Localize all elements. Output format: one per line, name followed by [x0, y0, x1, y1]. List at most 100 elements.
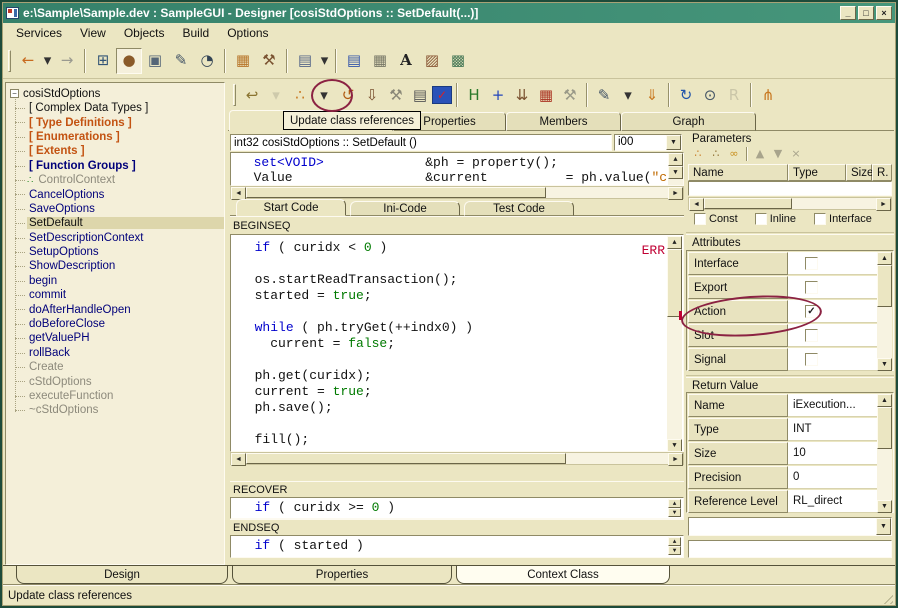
- toolbar-grip[interactable]: [233, 84, 236, 106]
- form-grid-button[interactable]: ▩: [445, 48, 471, 74]
- data-grid-button[interactable]: ▦: [230, 48, 256, 74]
- const-checkbox[interactable]: Const: [694, 213, 738, 225]
- delete-parameter-button[interactable]: ×: [787, 146, 805, 162]
- attribute-checkbox[interactable]: ✓: [805, 305, 818, 318]
- extra-selector-combo[interactable]: ▼: [688, 517, 892, 536]
- update-class-references-button[interactable]: ↺: [336, 83, 360, 107]
- recover-code-editor[interactable]: ▲ ▼ if ( curidx >= 0 ): [230, 497, 684, 519]
- image-button[interactable]: ▨: [419, 48, 445, 74]
- scroll-down-icon[interactable]: ▼: [877, 358, 892, 371]
- deploy-build-button[interactable]: ⇊: [510, 83, 534, 107]
- tree-item-getvalueph[interactable]: getValuePH: [15, 331, 224, 345]
- back-button[interactable]: ←: [15, 48, 41, 74]
- tree-item-extents[interactable]: [ Extents ]: [15, 144, 224, 158]
- maximize-button[interactable]: □: [858, 6, 874, 20]
- font-button[interactable]: A: [393, 48, 419, 74]
- scroll-down-icon[interactable]: ▼: [667, 439, 682, 452]
- class-instance-build-button[interactable]: ⚒: [256, 48, 282, 74]
- scroll-left-icon[interactable]: ◄: [231, 453, 246, 466]
- chevron-down-icon[interactable]: ▼: [666, 135, 681, 150]
- open-folder-button[interactable]: ↩: [240, 83, 264, 107]
- rebuild-grid-button[interactable]: ▦: [534, 83, 558, 107]
- instance-selector-combo[interactable]: i00 ▼: [614, 134, 682, 151]
- attribute-checkbox[interactable]: [805, 353, 818, 366]
- subtab-test-code[interactable]: Test Code: [464, 201, 574, 216]
- build-document-button[interactable]: ▤: [408, 83, 432, 107]
- class-build-button[interactable]: ⚒: [384, 83, 408, 107]
- tree-item-dobeforeclose[interactable]: doBeforeClose: [15, 317, 224, 331]
- tree-item-setupoptions[interactable]: SetupOptions: [15, 245, 224, 259]
- attribute-checkbox[interactable]: [805, 257, 818, 270]
- attribute-checkbox[interactable]: [805, 329, 818, 342]
- code-hscrollbar[interactable]: ◄ ►: [230, 452, 684, 465]
- recover-vscrollbar[interactable]: ▲ ▼: [668, 499, 682, 517]
- bottom-tab-context-class[interactable]: Context Class: [456, 566, 670, 584]
- scrollbar-thumb[interactable]: [877, 407, 892, 449]
- param-col-reference[interactable]: R.: [872, 164, 892, 181]
- scroll-right-icon[interactable]: ►: [668, 453, 683, 466]
- code-vscrollbar[interactable]: ▲ ▼: [667, 236, 682, 452]
- checkin-class-button[interactable]: ⇩: [360, 83, 384, 107]
- preview-code-button[interactable]: ⊙: [698, 83, 722, 107]
- save-check-button[interactable]: ✓: [432, 86, 452, 104]
- scroll-up-icon[interactable]: ▲: [668, 537, 681, 546]
- attribute-checkbox[interactable]: [805, 281, 818, 294]
- menu-objects[interactable]: Objects: [115, 24, 174, 42]
- tree-item-canceloptions[interactable]: CancelOptions: [15, 187, 224, 201]
- resize-grip[interactable]: [880, 591, 893, 604]
- rename-references-button[interactable]: R: [722, 83, 746, 107]
- class-graph-button[interactable]: ⋔: [756, 83, 780, 107]
- add-build-button[interactable]: +: [486, 83, 510, 107]
- tree-item-begin[interactable]: begin: [15, 274, 224, 288]
- scroll-right-icon[interactable]: ►: [876, 198, 891, 211]
- tree-item-function-groups[interactable]: [ Function Groups ]: [15, 159, 224, 173]
- declarations-hscrollbar[interactable]: ◄ ►: [230, 186, 684, 199]
- parameter-down-button[interactable]: ▼: [769, 146, 787, 162]
- scrollbar-thumb[interactable]: [877, 265, 892, 307]
- device-button[interactable]: ▦: [367, 48, 393, 74]
- titlebar[interactable]: e:\Sample\Sample.dev : SampleGUI - Desig…: [3, 3, 895, 23]
- menu-view[interactable]: View: [71, 24, 115, 42]
- form-view-button[interactable]: ▤: [292, 48, 318, 74]
- edit-code-dropdown[interactable]: ▾: [616, 83, 640, 107]
- parameters-empty-row[interactable]: [688, 181, 892, 196]
- inline-checkbox[interactable]: Inline: [755, 213, 796, 225]
- new-object-dropdown[interactable]: ▾: [312, 83, 336, 107]
- edit-code-button[interactable]: ✎: [592, 83, 616, 107]
- current-object-button[interactable]: ●: [116, 48, 142, 74]
- declarations-vscrollbar[interactable]: ▲ ▼: [668, 153, 683, 185]
- param-col-size[interactable]: Size: [846, 164, 872, 181]
- collapse-icon[interactable]: −: [10, 89, 19, 98]
- scrollbar-thumb[interactable]: [246, 453, 566, 464]
- return-value-vscrollbar[interactable]: ▲ ▼: [877, 394, 892, 513]
- scroll-down-icon[interactable]: ▼: [668, 166, 683, 179]
- scroll-down-icon[interactable]: ▼: [668, 546, 681, 555]
- scroll-up-icon[interactable]: ▲: [668, 499, 681, 508]
- minimize-button[interactable]: _: [840, 6, 856, 20]
- tree-item-complex-data-types[interactable]: [ Complex Data Types ]: [15, 101, 224, 115]
- add-parameter-button[interactable]: ∴: [689, 146, 707, 162]
- tree-item-setdefault[interactable]: SetDefault: [15, 216, 224, 230]
- close-button[interactable]: ×: [876, 6, 892, 20]
- menu-build[interactable]: Build: [174, 24, 219, 42]
- subtab-start-code[interactable]: Start Code: [236, 199, 346, 216]
- tree-item-setdescriptioncontext[interactable]: SetDescriptionContext: [15, 231, 224, 245]
- menu-options[interactable]: Options: [218, 24, 277, 42]
- tree-root-cosistdoptions[interactable]: − cosiStdOptions: [10, 86, 224, 101]
- scroll-down-icon[interactable]: ▼: [668, 508, 681, 517]
- tree-item-commit[interactable]: commit: [15, 288, 224, 302]
- tab-members[interactable]: Members: [506, 112, 621, 131]
- tree-item-create[interactable]: Create: [15, 360, 224, 374]
- form-view-dropdown[interactable]: ▾: [318, 48, 331, 74]
- edit-object-button[interactable]: ✎: [168, 48, 194, 74]
- function-signature-input[interactable]: [230, 134, 612, 151]
- param-col-type[interactable]: Type: [788, 164, 846, 181]
- scroll-up-icon[interactable]: ▲: [668, 153, 683, 166]
- handler-build-button[interactable]: H: [462, 83, 486, 107]
- object-hierarchy-button[interactable]: ⊞: [90, 48, 116, 74]
- tree-item-type-definitions[interactable]: [ Type Definitions ]: [15, 115, 224, 129]
- tree-item-rollback[interactable]: rollBack: [15, 346, 224, 360]
- scrollbar-thumb[interactable]: [667, 249, 682, 317]
- print-button[interactable]: ▤: [341, 48, 367, 74]
- endseq-vscrollbar[interactable]: ▲ ▼: [668, 537, 682, 555]
